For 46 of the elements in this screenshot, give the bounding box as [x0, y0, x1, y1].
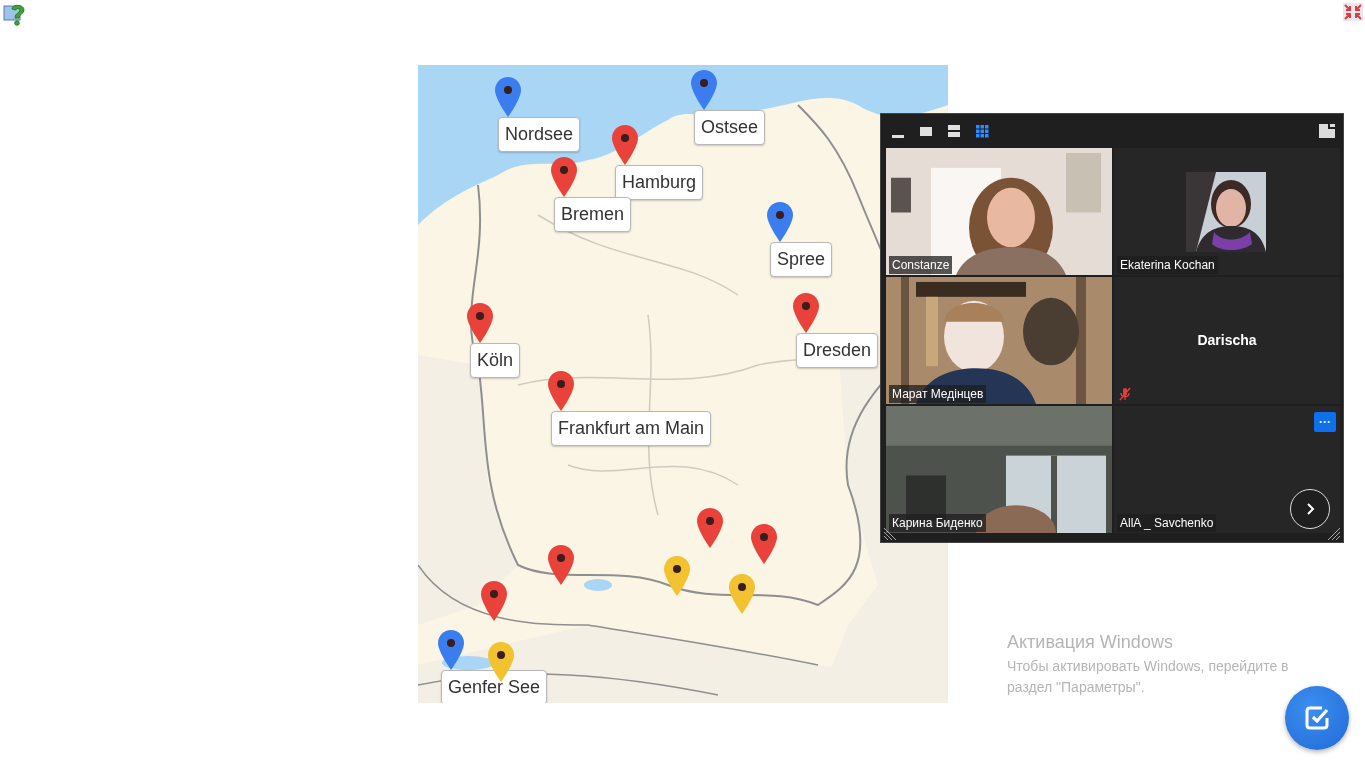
map-pin-icon[interactable] [751, 524, 777, 564]
participant-name: Constanze [889, 256, 953, 274]
participant-name: AllA _ Savchenko [1117, 514, 1217, 532]
watermark-text: Чтобы активировать Windows, перейдите в раздел "Параметры". [1007, 657, 1290, 697]
map-pin-icon[interactable] [548, 371, 574, 411]
gallery-view-button[interactable] [973, 122, 991, 140]
participant-name: Карина Биденко [889, 514, 986, 532]
map-label: Hamburg [615, 165, 704, 200]
grid-icon [975, 124, 989, 138]
strip-view-button[interactable] [945, 122, 963, 140]
map-pin-icon[interactable] [612, 125, 638, 165]
map-pin-icon[interactable] [664, 556, 690, 596]
resize-grip-icon[interactable] [884, 528, 896, 540]
participant-name: Марат Медінцев [889, 385, 987, 403]
map-label: Ostsee [694, 110, 766, 145]
minimize-icon [892, 134, 904, 138]
map-pin-icon[interactable] [691, 70, 717, 110]
watermark-title: Активация Windows [1007, 632, 1174, 653]
window-icon [920, 126, 932, 136]
map-pin-icon[interactable] [495, 77, 521, 117]
resize-grip-icon[interactable] [1328, 528, 1340, 540]
exit-fullscreen-icon[interactable] [1319, 124, 1335, 138]
map-pin-icon[interactable] [488, 642, 514, 682]
map-pin-icon[interactable] [551, 157, 577, 197]
more-options-button[interactable]: ··· [1314, 412, 1336, 432]
map-label: Genfer See [441, 670, 548, 703]
map-pin-icon[interactable] [438, 630, 464, 670]
map-label: Köln [470, 343, 521, 378]
rows-icon [948, 125, 960, 137]
checkbox-icon [1303, 704, 1331, 732]
checklist-button[interactable] [1285, 686, 1349, 750]
map-pin-icon[interactable] [729, 574, 755, 614]
map-pin-icon[interactable] [767, 202, 793, 242]
map-label: Dresden [796, 333, 879, 368]
map-pin-icon[interactable] [481, 581, 507, 621]
map-label: Nordsee [498, 117, 581, 152]
map-pin-icon[interactable] [467, 303, 493, 343]
participant-name: Ekaterina Kochan [1117, 256, 1218, 274]
map-label: Bremen [554, 197, 632, 232]
map-pin-icon[interactable] [548, 545, 574, 585]
help-icon[interactable] [3, 3, 27, 27]
map-label: Spree [770, 242, 833, 277]
map-pin-icon[interactable] [697, 508, 723, 548]
participant-name: Darischa [1197, 332, 1257, 348]
map-pin-icon[interactable] [793, 293, 819, 333]
map-label: Frankfurt am Main [551, 411, 712, 446]
